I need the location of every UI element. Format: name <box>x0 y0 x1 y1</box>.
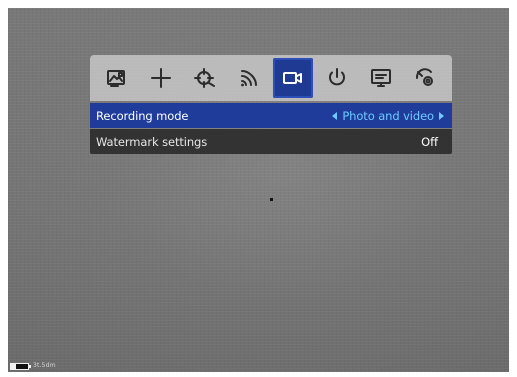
thermal-viewport: Recording mode Photo and video Watermark… <box>8 8 509 372</box>
watermark-settings-value: Off <box>421 134 438 149</box>
battery-icon <box>10 362 31 370</box>
arrow-right-icon[interactable] <box>439 111 444 120</box>
tab-settings[interactable] <box>405 58 445 98</box>
menu-tab-bar <box>90 55 452 101</box>
tab-wifi[interactable] <box>229 58 269 98</box>
tab-power[interactable] <box>317 58 357 98</box>
menu-row-recording-mode[interactable]: Recording mode Photo and video <box>90 103 452 128</box>
arrow-left-icon[interactable] <box>332 111 338 120</box>
recording-mode-selector[interactable]: Photo and video <box>332 109 444 123</box>
watermark-settings-label: Watermark settings <box>96 134 208 149</box>
recording-mode-label: Recording mode <box>96 108 189 123</box>
tab-video[interactable] <box>273 58 313 98</box>
settings-icon <box>415 68 433 86</box>
settings-menu: Recording mode Photo and video Watermark… <box>90 55 452 156</box>
video-camera-icon <box>283 72 302 84</box>
wifi-icon <box>241 70 257 87</box>
power-icon <box>329 68 345 86</box>
status-bar: 3t.5dm <box>10 361 56 371</box>
image-mode-icon <box>107 70 125 87</box>
distance-readout: 3t.5dm <box>33 362 56 369</box>
menu-row-watermark[interactable]: Watermark settings Off <box>90 129 452 154</box>
display-icon <box>371 69 391 87</box>
recording-mode-value: Photo and video <box>342 108 434 123</box>
zeroing-icon <box>194 68 215 88</box>
crosshair-icon <box>151 68 171 88</box>
tab-image-mode[interactable] <box>97 58 137 98</box>
device-frame: Recording mode Photo and video Watermark… <box>0 0 517 377</box>
tab-zeroing[interactable] <box>185 58 225 98</box>
tab-display[interactable] <box>361 58 401 98</box>
reticle-dot <box>270 198 273 201</box>
tab-reticle[interactable] <box>141 58 181 98</box>
